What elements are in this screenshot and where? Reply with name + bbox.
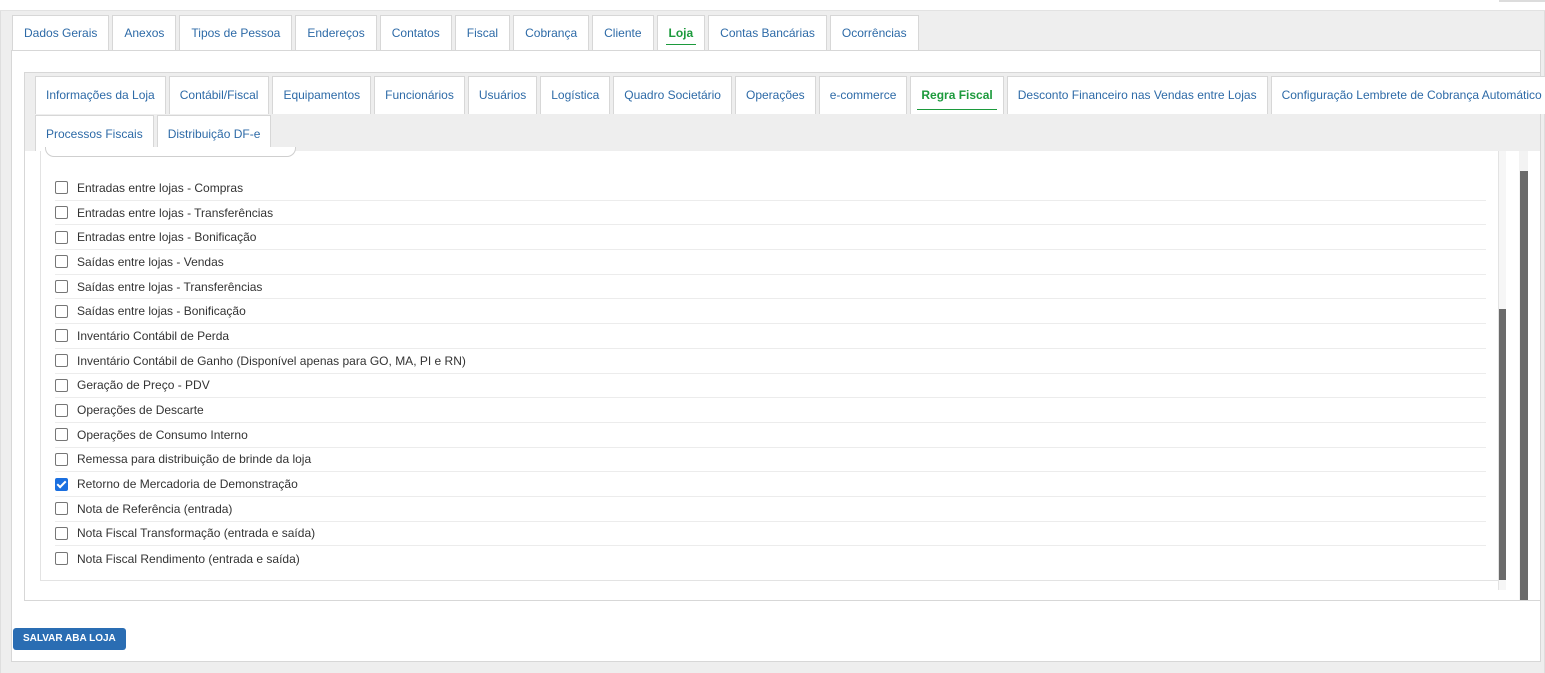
option-checkbox[interactable] [55, 403, 68, 417]
option-label: Nota Fiscal Transformação (entrada e saí… [77, 526, 316, 541]
option-row[interactable]: Remessa para distribuição de brinde da l… [55, 448, 1486, 473]
option-checkbox[interactable] [55, 181, 68, 195]
option-row[interactable]: Operações de Consumo Interno [55, 423, 1486, 448]
option-checkbox[interactable] [55, 477, 68, 491]
save-loja-tab-button[interactable]: SALVAR ABA LOJA [13, 628, 126, 650]
tab-enderecos[interactable]: Endereços [295, 15, 377, 51]
subtab-operacoes[interactable]: Operações [734, 76, 816, 114]
panel-scrollbar-thumb[interactable] [1520, 171, 1528, 600]
option-row[interactable]: Entradas entre lojas - Bonificação [55, 225, 1486, 251]
option-label: Entradas entre lojas - Compras [77, 180, 244, 195]
option-checkbox[interactable] [55, 552, 68, 566]
top-strip [0, 0, 1545, 11]
top-strip-corner [1499, 0, 1545, 2]
tab-anexos[interactable]: Anexos [112, 15, 177, 51]
option-row[interactable]: Inventário Contábil de Ganho (Disponível… [55, 349, 1486, 374]
tab-cliente[interactable]: Cliente [592, 15, 654, 51]
option-label: Saídas entre lojas - Transferências [77, 279, 263, 294]
option-row[interactable]: Retorno de Mercadoria de Demonstração [55, 472, 1486, 497]
option-checkbox[interactable] [55, 280, 68, 294]
option-row[interactable]: Saídas entre lojas - Vendas [55, 250, 1486, 275]
subtab-regra-fiscal[interactable]: Regra Fiscal [910, 76, 1004, 114]
option-row[interactable]: Saídas entre lojas - Bonificação [55, 299, 1486, 325]
option-row[interactable]: Operações de Descarte [55, 398, 1486, 423]
options-scrollbar-thumb[interactable] [1499, 309, 1506, 580]
option-checkbox[interactable] [55, 354, 68, 368]
option-checkbox[interactable] [55, 526, 68, 540]
subtab-desconto-financeiro-nas-vendas-entre-lojas[interactable]: Desconto Financeiro nas Vendas entre Loj… [1006, 76, 1268, 114]
option-row[interactable]: Inventário Contábil de Perda [55, 324, 1486, 349]
subtab-e-commerce[interactable]: e-commerce [818, 76, 908, 114]
tab-loja[interactable]: Loja [656, 15, 706, 51]
option-row[interactable]: Saídas entre lojas - Transferências [55, 275, 1486, 300]
option-checkbox[interactable] [55, 329, 68, 343]
option-row[interactable]: Nota de Referência (entrada) [55, 497, 1486, 522]
subtab-equipamentos[interactable]: Equipamentos [272, 76, 372, 114]
option-label: Nota Fiscal Rendimento (entrada e saída) [77, 551, 300, 566]
regra-fiscal-content: Entradas entre lojas - Compras Entradas e… [25, 147, 1540, 600]
loja-tab-panel: Informações da Loja Contábil/Fiscal Equipa… [11, 50, 1545, 662]
option-row[interactable]: Nota Fiscal Rendimento (entrada e saída) [55, 546, 1486, 571]
subtab-bar: Informações da Loja Contábil/Fiscal Equipa… [25, 73, 1545, 153]
option-row[interactable]: Entradas entre lojas - Compras [55, 176, 1486, 201]
option-label: Saídas entre lojas - Bonificação [77, 304, 246, 319]
option-label: Inventário Contábil de Ganho (Disponível… [77, 353, 466, 368]
tab-contas-bancarias[interactable]: Contas Bancárias [708, 15, 827, 51]
option-row[interactable]: Geração de Preço - PDV [55, 374, 1486, 399]
panel-scrollbar[interactable] [1519, 151, 1528, 600]
option-checkbox[interactable] [55, 206, 68, 220]
tab-contatos[interactable]: Contatos [379, 15, 452, 51]
option-checkbox[interactable] [55, 428, 68, 442]
subtab-row-1: Informações da Loja Contábil/Fiscal Equipa… [35, 76, 1545, 114]
option-label: Remessa para distribuição de brinde da l… [77, 452, 312, 467]
option-label: Operações de Descarte [77, 403, 204, 418]
option-label: Nota de Referência (entrada) [77, 501, 233, 516]
option-label: Saídas entre lojas - Vendas [77, 254, 224, 269]
option-checkbox[interactable] [55, 304, 68, 318]
option-label: Inventário Contábil de Perda [77, 328, 230, 343]
option-label: Geração de Preço - PDV [77, 378, 210, 393]
option-row[interactable]: Entradas entre lojas - Transferências [55, 201, 1486, 226]
subtab-contabil-fiscal[interactable]: Contábil/Fiscal [168, 76, 270, 114]
subtab-informacoes-da-loja[interactable]: Informações da Loja [35, 76, 166, 114]
subtab-configuracao-lembrete-de-cobranca-automatico[interactable]: Configuração Lembrete de Cobrança Automá… [1270, 76, 1545, 114]
option-label: Operações de Consumo Interno [77, 427, 248, 442]
regra-fiscal-options-list: Entradas entre lojas - Compras Entradas e… [55, 176, 1486, 571]
option-label: Entradas entre lojas - Transferências [77, 205, 274, 220]
option-checkbox[interactable] [55, 230, 68, 244]
option-checkbox[interactable] [55, 452, 68, 466]
regra-fiscal-fieldset: Entradas entre lojas - Compras Entradas e… [40, 147, 1500, 581]
subtab-usuarios[interactable]: Usuários [467, 76, 538, 114]
main-tab-bar: Dados Gerais Anexos Tipos de Pessoa Endereç… [12, 15, 922, 51]
tab-fiscal[interactable]: Fiscal [454, 15, 511, 51]
option-row[interactable]: Nota Fiscal Transformação (entrada e saí… [55, 522, 1486, 547]
subtab-quadro-societario[interactable]: Quadro Societário [613, 76, 732, 114]
option-checkbox[interactable] [55, 255, 68, 269]
tab-cobranca[interactable]: Cobrança [513, 15, 590, 51]
fieldset-legend-tab [45, 147, 296, 157]
options-scrollbar[interactable] [1498, 151, 1506, 590]
tab-ocorrencias[interactable]: Ocorrências [829, 15, 919, 51]
option-checkbox[interactable] [55, 378, 68, 392]
subtab-funcionarios[interactable]: Funcionários [374, 76, 465, 114]
option-label: Retorno de Mercadoria de Demonstração [77, 477, 298, 492]
form-container: Dados Gerais Anexos Tipos de Pessoa Endereç… [0, 11, 1545, 673]
tab-dados-gerais[interactable]: Dados Gerais [12, 15, 110, 51]
option-label: Entradas entre lojas - Bonificação [77, 230, 257, 245]
tab-tipos-de-pessoa[interactable]: Tipos de Pessoa [179, 15, 293, 51]
subtab-logistica[interactable]: Logística [540, 76, 611, 114]
option-checkbox[interactable] [55, 502, 68, 516]
loja-subtab-panel: Informações da Loja Contábil/Fiscal Equipa… [24, 72, 1545, 601]
